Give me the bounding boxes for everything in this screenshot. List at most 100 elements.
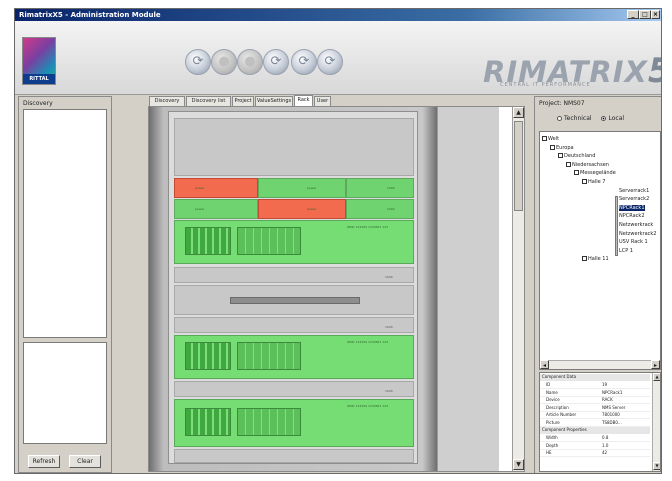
property-row[interactable]: Name NPCRack1: [540, 390, 650, 397]
tree-node[interactable]: Messegelände: [574, 170, 616, 176]
shelf-unit[interactable]: [174, 285, 414, 315]
discovery-list[interactable]: [23, 109, 107, 338]
project-tree[interactable]: Welt Europa Deutschland Niedersachsen Messeg…: [539, 131, 661, 370]
tree-node[interactable]: Netzwerkrack2: [619, 231, 656, 237]
minimize-button[interactable]: _: [627, 10, 639, 19]
server-unit-1[interactable]: IRMC 123456 1234567 123: [174, 220, 414, 264]
property-value: NPCRack1: [602, 389, 623, 395]
property-group-header[interactable]: Component Data: [540, 374, 650, 381]
tool-5-icon[interactable]: ⟳: [291, 49, 317, 75]
tab-discovery[interactable]: Discovery: [149, 96, 185, 106]
rack-unit-power-5[interactable]: power: [258, 199, 346, 219]
empty-slot[interactable]: 1000: [174, 317, 414, 333]
refresh-tool-icon[interactable]: ⟳: [185, 49, 211, 75]
scroll-up-arrow-icon[interactable]: ▲: [653, 373, 660, 381]
tree-node[interactable]: NPCRack2: [619, 213, 645, 219]
tree-node[interactable]: Deutschland: [558, 153, 595, 159]
property-value: 0.8: [602, 435, 609, 440]
tree-node[interactable]: Halle 7: [582, 179, 605, 185]
scroll-down-arrow-icon[interactable]: ▼: [653, 462, 660, 470]
rack-unit-power-2[interactable]: power: [258, 178, 346, 198]
property-group-header[interactable]: Component Properties: [540, 427, 650, 434]
tool-3-icon[interactable]: ●: [237, 49, 263, 75]
property-value: 7801000: [602, 412, 620, 417]
property-row[interactable]: Picture TS8DB0...: [540, 420, 650, 427]
checkbox-icon[interactable]: [582, 256, 587, 262]
property-scrollbar[interactable]: ▲ ▼: [652, 373, 660, 471]
property-value: NMS Server: [602, 404, 626, 410]
sync-tool-icon[interactable]: ⟳: [263, 49, 289, 75]
scroll-left-arrow-icon[interactable]: ◂: [540, 360, 549, 369]
tree-node[interactable]: Serverrack1: [619, 188, 649, 194]
tree-node[interactable]: NPCRack1: [619, 204, 645, 211]
checkbox-icon[interactable]: [558, 153, 563, 159]
clear-button[interactable]: Clear: [69, 455, 101, 468]
scroll-thumb[interactable]: [514, 121, 523, 211]
rack-unit-power-6[interactable]: 1000: [346, 199, 414, 219]
tree-node[interactable]: LCP 1: [619, 248, 633, 254]
rack-unit-power-3[interactable]: 1000: [346, 178, 414, 198]
tab-rack[interactable]: Rack: [294, 95, 313, 106]
empty-slot[interactable]: 1000: [174, 381, 414, 397]
checkbox-icon[interactable]: [550, 144, 555, 150]
tab-valuesettings[interactable]: ValueSettings: [255, 96, 293, 106]
tree-node[interactable]: Serverrack2: [619, 196, 649, 202]
property-row[interactable]: ID 19: [540, 382, 650, 389]
tab-project[interactable]: Project: [232, 96, 254, 106]
checkbox-icon[interactable]: [566, 161, 571, 167]
tab-discovery-list[interactable]: Discovery list: [186, 96, 231, 106]
technical-radio[interactable]: Technical: [557, 115, 592, 122]
empty-slot[interactable]: [174, 449, 414, 463]
scroll-up-arrow-icon[interactable]: ▲: [513, 107, 524, 118]
refresh-button[interactable]: Refresh: [28, 455, 60, 468]
tree-node-label: Halle 7: [588, 179, 606, 185]
window-titlebar: RimatrixX5 - Administration Module _ □ ×: [15, 9, 661, 21]
property-row[interactable]: Device RACK: [540, 397, 650, 404]
scroll-down-arrow-icon[interactable]: ▼: [513, 459, 524, 470]
tree-node-label: NPCRack1: [619, 204, 645, 211]
tree-node-label: Serverrack1: [619, 187, 650, 194]
empty-slot[interactable]: [174, 118, 414, 176]
property-value: 1.0: [602, 442, 609, 448]
radio-selected-icon: [601, 116, 607, 121]
tree-node[interactable]: Netzwerkrack: [619, 222, 653, 228]
tool-2-icon[interactable]: ●: [211, 49, 237, 75]
server-caption: IRMC 123456 1234567 123: [347, 404, 389, 408]
property-row[interactable]: HE 42: [540, 450, 650, 457]
tree-node[interactable]: USV Rack 1: [619, 239, 648, 245]
empty-slot[interactable]: 1000: [174, 267, 414, 283]
tree-node-label: USV Rack 1: [619, 239, 648, 246]
checkbox-icon[interactable]: [582, 179, 587, 184]
checkbox-icon[interactable]: [574, 170, 579, 176]
drive-bay: [237, 227, 301, 255]
drive-bay: [237, 408, 301, 436]
tree-node[interactable]: Halle 11: [582, 256, 609, 262]
property-row[interactable]: Width 0.8: [540, 435, 650, 442]
scroll-right-arrow-icon[interactable]: ▸: [651, 360, 660, 369]
property-key: Width: [546, 435, 558, 440]
server-unit-2[interactable]: IRMC 123456 1234567 123: [174, 335, 414, 379]
property-key: ID: [546, 382, 551, 387]
property-grid[interactable]: Component Data ID 19 Name NPCRack1 Device RACK…: [539, 372, 661, 472]
rack-unit-label: power: [307, 186, 317, 190]
property-row[interactable]: Article Number 7801000: [540, 412, 650, 419]
server-unit-3[interactable]: IRMC 123456 1234567 123: [174, 399, 414, 447]
tree-node[interactable]: Niedersachsen: [566, 161, 609, 168]
checkbox-icon[interactable]: [542, 136, 547, 141]
discovery-detail-list[interactable]: [23, 342, 107, 444]
rack-scrollbar[interactable]: ▲ ▼: [512, 107, 524, 471]
rack-unit-power-1[interactable]: power: [174, 178, 258, 198]
maximize-button[interactable]: □: [639, 10, 651, 19]
tree-node-label: Messegelände: [580, 170, 616, 177]
tree-node[interactable]: Europa: [550, 144, 574, 151]
tool-6-icon[interactable]: ⟳: [317, 49, 343, 75]
local-radio[interactable]: Local: [601, 115, 624, 122]
property-row[interactable]: Depth 1.0: [540, 443, 650, 450]
close-button[interactable]: ×: [651, 10, 660, 19]
property-row[interactable]: Description NMS Server: [540, 405, 650, 412]
rack-unit-power-4[interactable]: power: [174, 199, 258, 219]
tree-node[interactable]: Welt: [542, 136, 559, 142]
tab-user[interactable]: User: [314, 96, 331, 106]
tree-hscrollbar[interactable]: ◂ ▸: [540, 360, 660, 369]
property-key: Picture: [546, 419, 560, 425]
